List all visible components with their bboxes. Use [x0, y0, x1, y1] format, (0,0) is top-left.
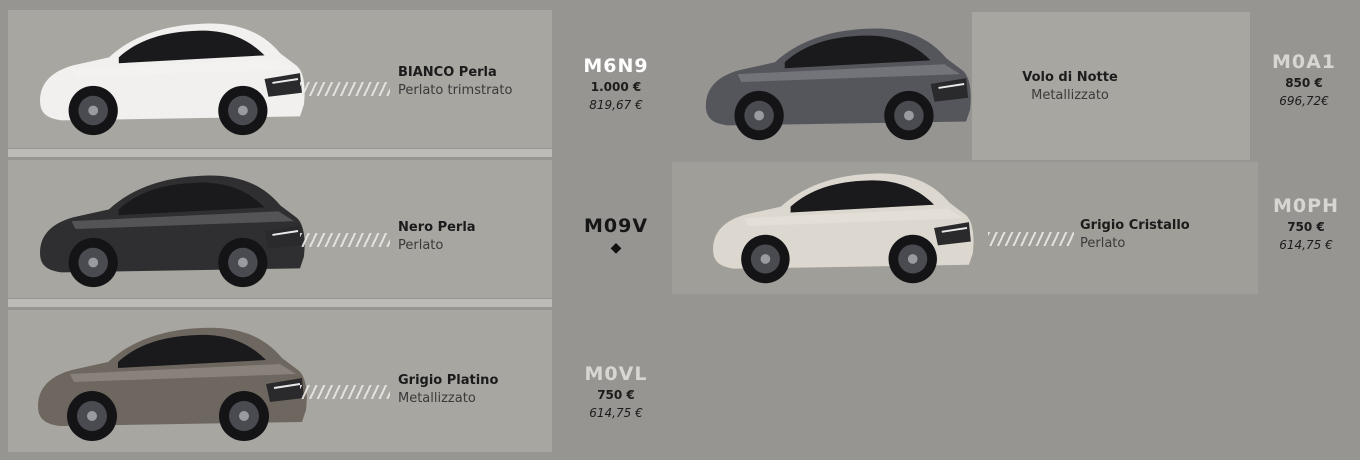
code-label: M0A1	[1271, 51, 1337, 73]
price-net: 614,75 €	[1279, 238, 1333, 252]
car-image-volo-di-notte	[698, 12, 974, 154]
color-label-grigio-cristallo: Grigio Cristallo Perlato	[1080, 217, 1190, 253]
option-code-m09v: M09V ◆	[566, 214, 666, 258]
hatch-decoration	[988, 232, 1074, 246]
hatch-decoration	[300, 233, 390, 247]
price-net: 819,67 €	[589, 98, 643, 112]
code-label: M0PH	[1273, 195, 1339, 217]
price: 750 €	[1287, 220, 1325, 234]
color-name: Nero Perla	[398, 220, 476, 235]
color-name: Grigio Cristallo	[1080, 218, 1190, 233]
color-finish: Perlato	[1080, 236, 1126, 251]
price: 750 €	[597, 388, 635, 402]
color-finish: Metallizzato	[1031, 88, 1109, 103]
price: 1.000 €	[590, 80, 642, 94]
hatch-decoration	[300, 82, 390, 96]
price-net: 696,72€	[1279, 94, 1329, 108]
color-name: Grigio Platino	[398, 373, 499, 388]
color-label-nero-perla: Nero Perla Perlato	[398, 219, 476, 255]
car-image-grigio-cristallo	[694, 164, 988, 290]
color-name: Volo di Notte	[1022, 70, 1118, 85]
color-label-volo-di-notte: Volo di Notte Metallizzato	[972, 69, 1168, 105]
car-image-grigio-platino	[28, 318, 312, 448]
hatch-decoration	[300, 385, 390, 399]
price-net: 614,75 €	[589, 406, 643, 420]
option-code-m0vl: M0VL 750 € 614,75 €	[566, 362, 666, 422]
color-finish: Perlato	[398, 238, 444, 253]
code-label: M09V	[583, 215, 649, 237]
color-label-grigio-platino: Grigio Platino Metallizzato	[398, 372, 498, 408]
car-image-nero-perla	[28, 166, 312, 294]
code-label: M6N9	[583, 55, 649, 77]
price: 850 €	[1285, 76, 1323, 90]
divider-strip	[8, 299, 552, 307]
diamond-icon: ◆	[610, 240, 622, 256]
car-image-bianco-perla	[28, 14, 312, 142]
color-label-bianco-perla: BIANCO Perla Perlato trimstrato	[398, 64, 512, 100]
option-code-m6n9: M6N9 1.000 € 819,67 €	[566, 54, 666, 114]
option-code-m0ph: M0PH 750 € 614,75 €	[1258, 194, 1354, 254]
color-finish: Metallizzato	[398, 391, 476, 406]
color-name: BIANCO Perla	[398, 65, 497, 80]
divider-strip	[8, 149, 552, 157]
option-code-m0a1: M0A1 850 € 696,72€	[1256, 50, 1352, 110]
code-label: M0VL	[584, 363, 648, 385]
color-finish: Perlato trimstrato	[398, 83, 513, 98]
